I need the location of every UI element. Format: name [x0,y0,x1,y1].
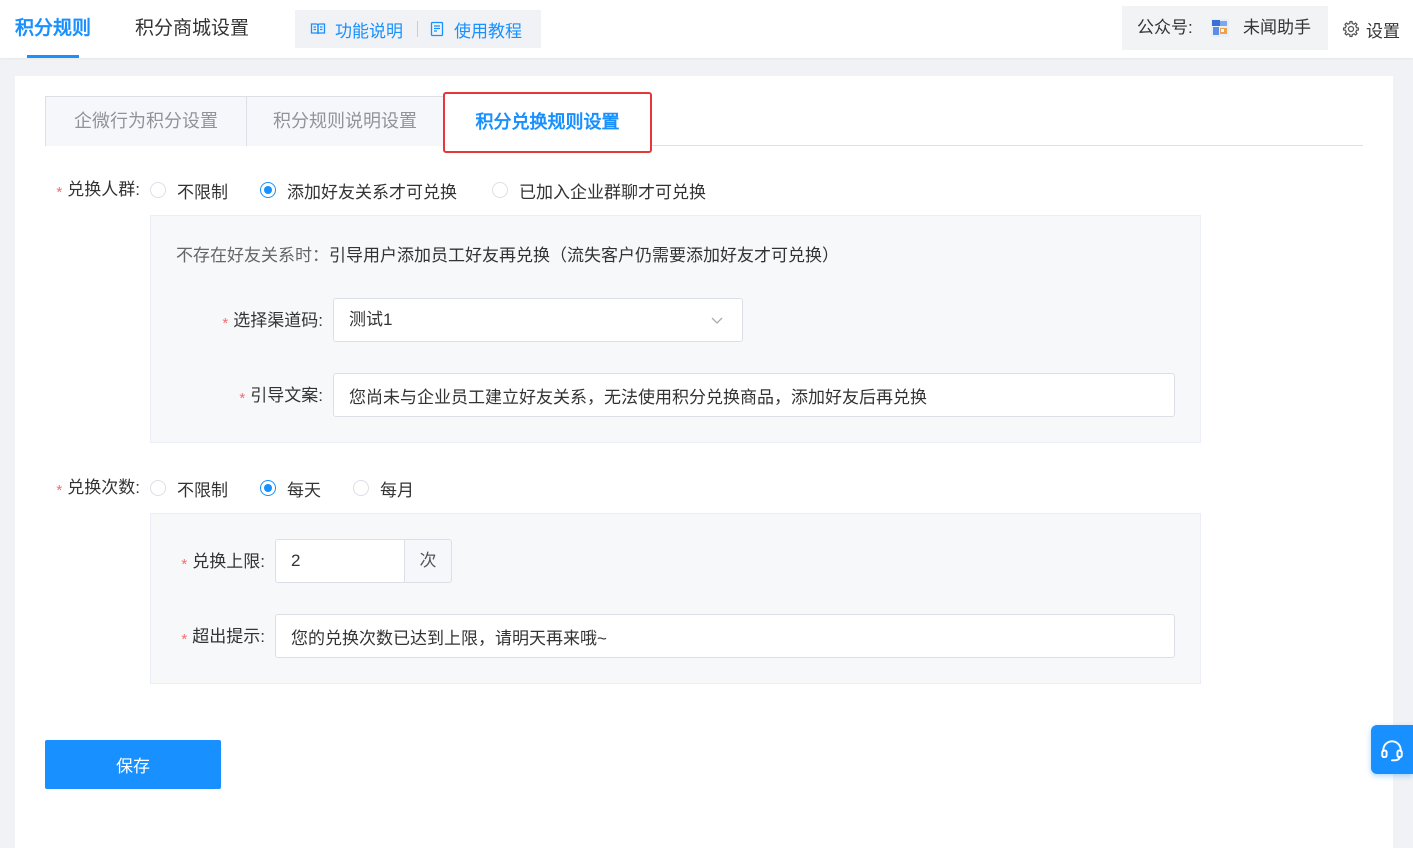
no-friend-note: 不存在好友关系时：引导用户添加员工好友再兑换（流失客户仍需要添加好友才可兑换） [176,244,839,268]
feature-description-link[interactable]: 功能说明 [310,10,403,48]
required-mark: * [181,631,188,648]
radio-frequency-unlimited[interactable]: 不限制 [150,476,228,500]
chevron-down-icon [711,317,723,324]
nav-tab-label: 积分规则 [15,18,92,39]
tab-label: 积分规则说明设置 [273,111,417,131]
gear-icon [1342,20,1360,38]
field-label: 兑换上限: [192,552,265,571]
tab-points-exchange-rules[interactable]: 积分兑换规则设置 [443,92,652,153]
radio-audience-unlimited[interactable]: 不限制 [150,178,228,202]
book-icon [310,23,326,35]
official-account-selector[interactable]: 公众号: 未闻助手 [1122,6,1328,50]
friend-relationship-settings: 不存在好友关系时：引导用户添加员工好友再兑换（流失客户仍需要添加好友才可兑换） … [150,215,1201,443]
required-mark: * [222,315,229,332]
radio-frequency-daily[interactable]: 每天 [260,476,321,500]
radio-audience-group-members[interactable]: 已加入企业群聊才可兑换 [492,178,706,202]
customer-service-button[interactable] [1371,725,1413,774]
exchange-limit-settings: *兑换上限: 次 *超出提示: [150,513,1201,684]
radio-audience-friends-only[interactable]: 添加好友关系才可兑换 [260,178,457,202]
nav-tab-label: 积分商城设置 [135,18,250,39]
tab-label: 积分兑换规则设置 [475,112,620,132]
nav-tab-mall-settings[interactable]: 积分商城设置 [135,0,249,58]
radio-circle[interactable] [260,480,276,496]
settings-label: 设置 [1366,21,1400,41]
channel-code-value: 测试1 [349,310,393,329]
radio-label: 每天 [287,480,321,500]
tab-label: 企微行为积分设置 [74,111,218,131]
field-label: 选择渠道码: [233,311,323,330]
save-button[interactable]: 保存 [45,740,221,789]
settings-button[interactable]: 设置 [1342,0,1400,58]
required-mark: * [56,482,63,499]
official-account-name: 未闻助手 [1243,18,1311,37]
field-label: 引导文案: [250,386,323,405]
official-account-label: 公众号: [1137,18,1193,37]
exceed-tip-input[interactable] [275,614,1175,658]
help-links-bar: 功能说明 使用教程 [295,10,541,48]
field-label: 兑换人群: [67,180,140,199]
radio-circle[interactable] [353,480,369,496]
top-navigation-bar: 积分规则 积分商城设置 功能说明 使用教程 公众号: 未闻助手 设置 [0,0,1413,58]
help-link-label: 使用教程 [454,21,522,41]
guide-text-input[interactable] [333,373,1175,417]
exchange-audience-label: * 兑换人群: [15,178,140,202]
note-text: 引导用户添加员工好友再兑换（流失客户仍需要添加好友才可兑换） [329,246,839,265]
tutorial-link[interactable]: 使用教程 [429,10,522,48]
headset-icon [1381,739,1403,761]
limit-unit-suffix: 次 [404,539,452,583]
required-mark: * [56,184,63,201]
radio-circle[interactable] [150,182,166,198]
exchange-limit-label: * 兑换上限: [151,550,265,574]
radio-circle[interactable] [150,480,166,496]
required-mark: * [239,390,246,407]
help-link-label: 功能说明 [335,21,403,41]
radio-label: 不限制 [177,182,228,202]
radio-label: 添加好友关系才可兑换 [287,182,457,202]
guide-text-label: * 引导文案: [151,384,323,408]
nav-tab-points-rules[interactable]: 积分规则 [15,0,91,58]
document-icon [430,21,444,37]
active-tab-underline [27,55,80,58]
radio-label: 每月 [380,480,414,500]
channel-code-select[interactable]: 测试1 [333,298,743,342]
avatar-icon [1211,19,1229,37]
radio-label: 不限制 [177,480,228,500]
channel-code-label: * 选择渠道码: [151,309,323,333]
field-label: 超出提示: [192,627,265,646]
radio-circle[interactable] [260,182,276,198]
radio-label: 已加入企业群聊才可兑换 [519,182,706,202]
divider [417,21,418,37]
tab-wecom-behavior-points[interactable]: 企微行为积分设置 [45,96,247,146]
settings-card: 企微行为积分设置 积分规则说明设置 积分兑换规则设置 * 兑换人群: 不限制 添加… [15,76,1393,848]
exchange-frequency-label: * 兑换次数: [15,476,140,500]
radio-frequency-monthly[interactable]: 每月 [353,476,414,500]
exchange-limit-input[interactable] [275,539,405,583]
note-label: 不存在好友关系时： [176,246,329,265]
exceed-tip-label: * 超出提示: [151,625,265,649]
field-label: 兑换次数: [67,478,140,497]
radio-circle[interactable] [492,182,508,198]
required-mark: * [181,556,188,573]
tab-points-rule-description[interactable]: 积分规则说明设置 [246,96,444,146]
